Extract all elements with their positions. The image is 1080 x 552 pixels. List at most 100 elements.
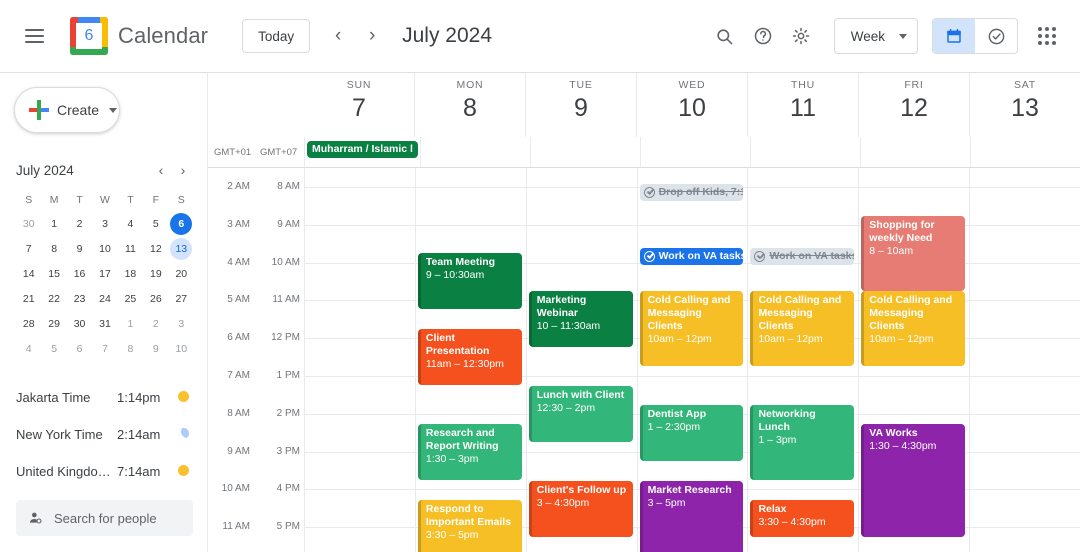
gear-icon[interactable] xyxy=(782,17,820,55)
mini-calendar-day[interactable]: 23 xyxy=(67,287,92,311)
today-button[interactable]: Today xyxy=(242,19,311,53)
all-day-cell[interactable]: Muharram / Islamic l xyxy=(304,137,420,167)
next-week-button[interactable]: › xyxy=(356,20,388,52)
day-header-sun[interactable]: SUN 7 xyxy=(304,73,414,137)
all-day-cell[interactable] xyxy=(419,137,530,167)
time-grid[interactable]: 2 AM 8 AM 3 AM 9 AM 4 AM 10 AM 5 AM 11 AM 6 AM 12… xyxy=(208,168,1080,552)
day-header-fri[interactable]: FRI 12 xyxy=(858,73,969,137)
prev-week-button[interactable]: ‹ xyxy=(322,20,354,52)
mini-calendar-day[interactable]: 8 xyxy=(118,337,143,361)
calendar-event[interactable]: Shopping for weekly Need 8 – 10am xyxy=(861,216,966,291)
all-day-cell[interactable] xyxy=(639,137,750,167)
calendar-event[interactable]: Cold Calling and Messaging Clients 10am –… xyxy=(861,291,966,366)
mini-calendar-day[interactable]: 9 xyxy=(143,337,168,361)
mini-calendar-day[interactable]: 21 xyxy=(16,287,41,311)
mini-calendar-day[interactable]: 11 xyxy=(118,237,143,261)
mini-calendar-day[interactable]: 5 xyxy=(143,212,168,236)
calendar-task[interactable]: Work on VA tasks, xyxy=(639,248,744,265)
mini-calendar-day[interactable]: 15 xyxy=(41,262,66,286)
mini-calendar-day[interactable]: 22 xyxy=(41,287,66,311)
mini-calendar-day[interactable]: 4 xyxy=(118,212,143,236)
all-day-cell[interactable] xyxy=(969,137,1080,167)
day-header-tue[interactable]: TUE 9 xyxy=(525,73,636,137)
day-column[interactable]: Shopping for weekly Need 8 – 10am Cold Cal… xyxy=(858,168,970,552)
day-column[interactable]: Team Meeting 9 – 10:30am Client Presentati… xyxy=(414,168,526,552)
mini-calendar-day[interactable]: 6 xyxy=(67,337,92,361)
mini-calendar-day[interactable]: 2 xyxy=(67,212,92,236)
day-column[interactable]: Cold Calling and Messaging Clients 10am –… xyxy=(636,168,748,552)
mini-calendar-day[interactable]: 28 xyxy=(16,312,41,336)
all-day-cell[interactable] xyxy=(529,137,640,167)
mini-calendar-day[interactable]: 19 xyxy=(143,262,168,286)
mini-next-month-button[interactable]: › xyxy=(172,159,194,181)
mini-calendar-day[interactable]: 5 xyxy=(41,337,66,361)
calendar-event[interactable]: Team Meeting 9 – 10:30am xyxy=(417,253,522,309)
mini-calendar-day[interactable]: 10 xyxy=(169,337,194,361)
mini-calendar-day[interactable]: 29 xyxy=(41,312,66,336)
calendar-event[interactable]: Respond to Important Emails 3:30 – 5pm xyxy=(417,500,522,552)
day-column[interactable]: Marketing Webinar 10 – 11:30am Lunch with … xyxy=(525,168,637,552)
day-header-thu[interactable]: THU 11 xyxy=(747,73,858,137)
calendar-task[interactable]: Work on VA tasks, xyxy=(750,248,855,265)
calendar-icon[interactable] xyxy=(933,19,975,53)
mini-calendar-day[interactable]: 30 xyxy=(67,312,92,336)
mini-calendar-day[interactable]: 10 xyxy=(92,237,117,261)
calendar-event[interactable]: Dentist App 1 – 2:30pm xyxy=(639,405,744,461)
mini-calendar-day[interactable]: 9 xyxy=(67,237,92,261)
mini-calendar-day[interactable]: 7 xyxy=(16,237,41,261)
calendar-event[interactable]: Client Presentation 11am – 12:30pm xyxy=(417,329,522,385)
calendar-event[interactable]: Client's Follow up 3 – 4:30pm xyxy=(528,481,633,537)
create-button[interactable]: Create xyxy=(14,87,120,133)
all-day-cell[interactable] xyxy=(749,137,860,167)
calendar-task[interactable]: Drop off Kids, 7:15 xyxy=(639,184,744,201)
day-header-mon[interactable]: MON 8 xyxy=(414,73,525,137)
mini-calendar-day[interactable]: 6 xyxy=(169,212,194,236)
mini-calendar-grid[interactable]: S M T W T F S 30 1 2 3 4 5 6 7 8 9 10 11 12 13 14 15 16 17 18 19 20… xyxy=(16,189,194,361)
mini-calendar-day[interactable]: 12 xyxy=(143,237,168,261)
mini-calendar-day[interactable]: 1 xyxy=(118,312,143,336)
day-column[interactable]: Cold Calling and Messaging Clients 10am –… xyxy=(747,168,859,552)
mini-calendar-day[interactable]: 16 xyxy=(67,262,92,286)
calendar-event[interactable]: Market Research 3 – 5pm xyxy=(639,481,744,552)
mini-prev-month-button[interactable]: ‹ xyxy=(150,159,172,181)
tasks-check-icon[interactable] xyxy=(975,19,1017,53)
mini-calendar-day[interactable]: 14 xyxy=(16,262,41,286)
brand[interactable]: 6 Calendar xyxy=(70,17,208,55)
help-icon[interactable] xyxy=(744,17,782,55)
mini-calendar-day[interactable]: 30 xyxy=(16,212,41,236)
mini-calendar-day[interactable]: 20 xyxy=(169,262,194,286)
search-for-people-input[interactable]: Search for people xyxy=(16,500,193,536)
all-day-cell[interactable] xyxy=(859,137,970,167)
mini-calendar-day[interactable]: 3 xyxy=(169,312,194,336)
calendar-event[interactable]: Cold Calling and Messaging Clients 10am –… xyxy=(639,291,744,366)
day-column[interactable] xyxy=(304,168,415,552)
view-select[interactable]: Week xyxy=(833,18,918,54)
mini-calendar-day[interactable]: 13 xyxy=(169,237,194,261)
calendar-event[interactable]: Lunch with Client 12:30 – 2pm xyxy=(528,386,633,442)
all-day-event[interactable]: Muharram / Islamic l xyxy=(307,141,418,158)
search-icon[interactable] xyxy=(706,17,744,55)
mini-calendar-day[interactable]: 3 xyxy=(92,212,117,236)
mini-calendar-day[interactable]: 26 xyxy=(143,287,168,311)
mini-calendar-day[interactable]: 8 xyxy=(41,237,66,261)
calendar-event[interactable]: Research and Report Writing 1:30 – 3pm xyxy=(417,424,522,480)
mini-calendar-day[interactable]: 18 xyxy=(118,262,143,286)
day-header-sat[interactable]: SAT 13 xyxy=(969,73,1080,137)
mini-calendar-day[interactable]: 24 xyxy=(92,287,117,311)
mini-calendar-day[interactable]: 1 xyxy=(41,212,66,236)
mini-calendar-day[interactable]: 27 xyxy=(169,287,194,311)
mini-calendar-day[interactable]: 17 xyxy=(92,262,117,286)
apps-grid-icon[interactable] xyxy=(1028,17,1066,55)
calendar-event[interactable]: Cold Calling and Messaging Clients 10am –… xyxy=(750,291,855,366)
mini-calendar-day[interactable]: 4 xyxy=(16,337,41,361)
day-column[interactable] xyxy=(969,168,1080,552)
mini-calendar-day[interactable]: 25 xyxy=(118,287,143,311)
day-header-wed[interactable]: WED 10 xyxy=(636,73,747,137)
calendar-event[interactable]: Marketing Webinar 10 – 11:30am xyxy=(528,291,633,347)
calendar-event[interactable]: VA Works 1:30 – 4:30pm xyxy=(861,424,966,537)
mini-calendar-day[interactable]: 7 xyxy=(92,337,117,361)
mini-calendar-day[interactable]: 2 xyxy=(143,312,168,336)
hamburger-icon[interactable] xyxy=(16,18,52,54)
calendar-event[interactable]: Networking Lunch 1 – 3pm xyxy=(750,405,855,480)
calendar-event[interactable]: Relax 3:30 – 4:30pm xyxy=(750,500,855,537)
